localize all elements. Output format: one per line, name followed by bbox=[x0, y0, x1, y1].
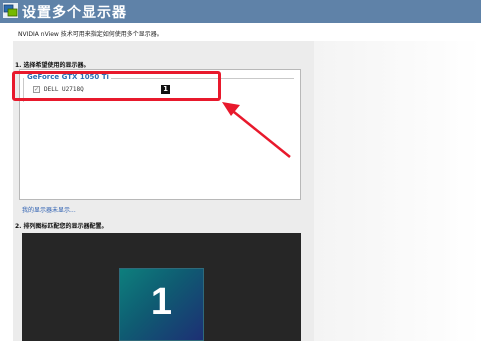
monitor-tile-number: 1 bbox=[150, 281, 173, 323]
missing-display-link[interactable]: 我的显示器未显示... bbox=[22, 205, 76, 214]
nvidia-display-icon bbox=[3, 3, 18, 18]
monitor-tile[interactable]: 1 bbox=[119, 268, 204, 341]
page-title: 设置多个显示器 bbox=[22, 5, 127, 21]
step-1-label: 1. 选择希望使用的显示器。 bbox=[15, 62, 90, 69]
panel-background-fade bbox=[314, 41, 481, 341]
page-header: 设置多个显示器 bbox=[0, 0, 481, 23]
highlight-box bbox=[12, 71, 221, 101]
step-2-label: 2. 排列图标匹配您的显示器配置。 bbox=[15, 223, 108, 230]
display-arrangement-area: 1 bbox=[22, 233, 301, 341]
page-description: NVIDIA nView 技术可用来指定如何使用多个显示器。 bbox=[18, 31, 163, 38]
